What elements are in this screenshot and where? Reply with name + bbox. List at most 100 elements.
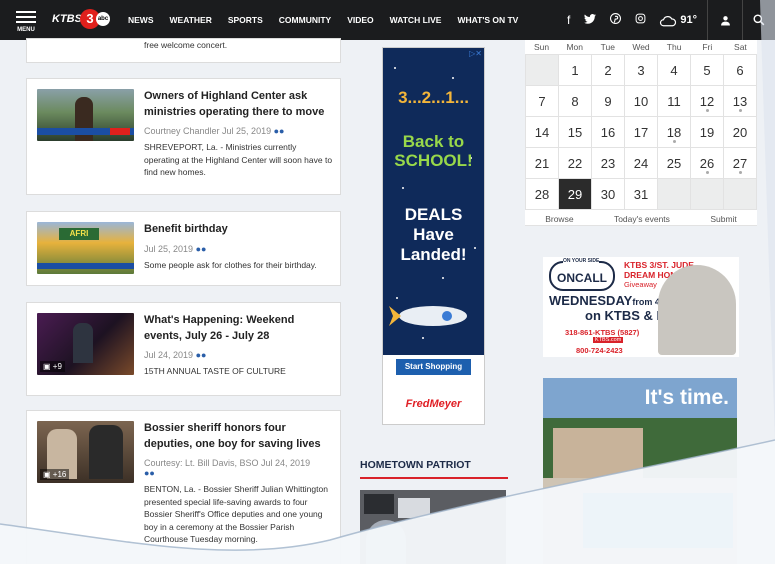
nav-community[interactable]: COMMUNITY	[279, 15, 331, 25]
start-shopping-button[interactable]: Start Shopping	[396, 359, 471, 375]
calendar-day[interactable]: 8	[559, 86, 592, 117]
article-desc: Some people ask for clothes for their bi…	[144, 259, 317, 270]
promo-site: KTBS.com	[593, 337, 624, 343]
logo-text: KTBS	[52, 13, 82, 25]
nav-video[interactable]: VIDEO	[347, 15, 373, 25]
weather-widget[interactable]: 91°	[659, 14, 697, 27]
nav-watch-live[interactable]: WATCH LIVE	[390, 15, 442, 25]
calendar-day[interactable]: 3	[625, 55, 658, 86]
calendar-day[interactable]: 24	[625, 148, 658, 179]
pinterest-icon[interactable]	[610, 13, 622, 27]
calendar-day[interactable]: 10	[625, 86, 658, 117]
event-indicator-dot	[673, 140, 676, 143]
on-call-top: ON YOUR SIDE	[563, 257, 600, 265]
calendar-day[interactable]: 17	[625, 117, 658, 148]
hometown-patriot-image[interactable]	[360, 490, 506, 564]
calendar-day[interactable]: 23	[592, 148, 625, 179]
ad-choices-icon[interactable]: ▷✕	[469, 49, 482, 58]
facebook-icon[interactable]: f	[567, 13, 570, 27]
photo-count-badge: ▣ +9	[40, 361, 65, 372]
ktbs-logo[interactable]: KTBS 3 abc	[52, 8, 112, 32]
article-desc: 15TH ANNUAL TASTE OF CULTURE	[144, 366, 286, 376]
weekday-label: Mon	[566, 42, 583, 52]
article-card[interactable]: Owners of Highland Center ask ministries…	[26, 78, 341, 195]
pool-ad[interactable]: It's time.	[543, 378, 737, 564]
article-thumbnail[interactable]: ▣ +9	[37, 313, 134, 375]
search-button[interactable]	[743, 0, 775, 40]
article-meta: Jul 25, 2019 ●●	[144, 244, 334, 254]
calendar-day[interactable]: 30	[592, 179, 625, 210]
calendar-day[interactable]: 29	[559, 179, 592, 210]
ad-subheadline: DEALS Have Landed!	[400, 205, 467, 264]
menu-button[interactable]: MENU	[0, 0, 52, 40]
article-title[interactable]: What's Happening: Weekend events, July 2…	[144, 313, 334, 344]
todays-events-link[interactable]: Today's events	[614, 212, 670, 225]
calendar-day[interactable]: 22	[559, 148, 592, 179]
article-title[interactable]: Benefit birthday	[144, 222, 334, 238]
article-card[interactable]: ▣ +9 What's Happening: Weekend events, J…	[26, 302, 341, 396]
article-thumbnail[interactable]	[37, 89, 134, 141]
calendar-day[interactable]: 25	[658, 148, 691, 179]
event-indicator-dot	[739, 109, 742, 112]
calendar-day[interactable]: 20	[724, 117, 757, 148]
photo-count: +9	[52, 362, 62, 371]
calendar-day[interactable]: 2	[592, 55, 625, 86]
submit-link[interactable]: Submit	[710, 212, 736, 225]
article-thumbnail[interactable]: AFRI	[37, 222, 134, 274]
calendar-day[interactable]: 27	[724, 148, 757, 179]
comment-icon[interactable]: ●●	[196, 244, 207, 254]
article-meta-text: Jul 25, 2019	[144, 243, 194, 254]
hamburger-icon	[16, 8, 36, 26]
calendar-day[interactable]: 13	[724, 86, 757, 117]
calendar-day[interactable]: 12	[691, 86, 724, 117]
dream-home-promo[interactable]: ON YOUR SIDE ONCALL KTBS 3/ST. JUDE DREAM…	[543, 257, 739, 357]
calendar-day[interactable]: 18	[658, 117, 691, 148]
weekday-label: Sun	[534, 42, 550, 52]
ad-brand-logo[interactable]: FredMeyer	[383, 398, 484, 410]
article-meta-text: Courtney Chandler Jul 25, 2019	[144, 126, 272, 136]
nav-whats-on-tv[interactable]: WHAT'S ON TV	[457, 15, 518, 25]
browse-link[interactable]: Browse	[545, 212, 573, 225]
calendar-day[interactable]: 26	[691, 148, 724, 179]
calendar-day[interactable]: 14	[526, 117, 559, 148]
article-thumbnail[interactable]: ▣ +16	[37, 421, 134, 483]
promo-phone-1: 318-861-KTBS (5827)	[565, 328, 640, 337]
instagram-icon[interactable]	[635, 13, 646, 27]
comment-icon[interactable]: ●●	[196, 350, 207, 360]
calendar-day[interactable]: 1	[559, 55, 592, 86]
weekday-label: Wed	[632, 42, 650, 52]
nav-sports[interactable]: SPORTS	[228, 15, 263, 25]
nav-weather[interactable]: WEATHER	[170, 15, 212, 25]
calendar-day[interactable]: 7	[526, 86, 559, 117]
calendar-day[interactable]: 16	[592, 117, 625, 148]
calendar-day[interactable]: 19	[691, 117, 724, 148]
article-card[interactable]: ▣ +16 Bossier sheriff honors four deputi…	[26, 410, 341, 564]
article-title[interactable]: Owners of Highland Center ask ministries…	[144, 89, 334, 120]
comment-icon[interactable]: ●●	[274, 126, 285, 136]
twitter-icon[interactable]	[584, 13, 597, 27]
calendar-day[interactable]: 15	[559, 117, 592, 148]
comment-icon[interactable]: ●●	[144, 468, 155, 478]
promo-phone-2: 800-724-2423	[576, 346, 623, 355]
ad-countdown: 3...2...1...	[398, 88, 469, 107]
partly-cloudy-icon	[660, 15, 677, 26]
nav-news[interactable]: NEWS	[128, 15, 154, 25]
calendar-day[interactable]: 9	[592, 86, 625, 117]
promo-day-text: WEDNESDAY	[549, 293, 633, 308]
calendar-day[interactable]: 21	[526, 148, 559, 179]
on-call-logo: ON YOUR SIDE ONCALL	[549, 257, 615, 291]
user-account-button[interactable]	[707, 0, 743, 40]
weekday-label: Fri	[702, 42, 713, 52]
fred-meyer-ad[interactable]: 3...2...1... Back to SCHOOL! DEALS Have …	[382, 47, 485, 425]
calendar-day[interactable]: 28	[526, 179, 559, 210]
photo-count-badge: ▣ +16	[40, 469, 70, 480]
calendar-day[interactable]: 5	[691, 55, 724, 86]
article-title[interactable]: Bossier sheriff honors four deputies, on…	[144, 421, 334, 452]
calendar-day[interactable]: 31	[625, 179, 658, 210]
calendar-day[interactable]: 6	[724, 55, 757, 86]
hometown-patriot-heading[interactable]: HOMETOWN PATRIOT	[360, 459, 508, 479]
calendar-day[interactable]: 11	[658, 86, 691, 117]
article-card[interactable]: AFRI Benefit birthday Jul 25, 2019 ●● So…	[26, 211, 341, 286]
article-meta-text: Jul 24, 2019	[144, 350, 194, 360]
calendar-day[interactable]: 4	[658, 55, 691, 86]
